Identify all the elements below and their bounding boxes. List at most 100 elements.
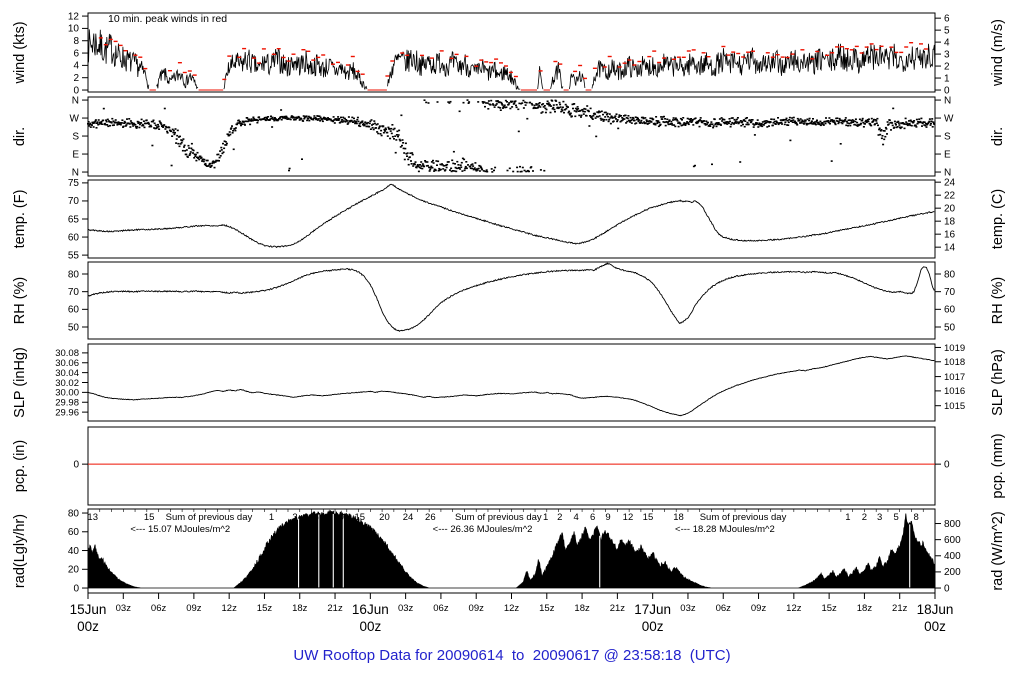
xtick-major-date: 18Jun [917,602,954,617]
ytick-rh-left: 80 [68,269,80,280]
rad-cumulative-number: 9 [605,512,610,523]
ytick-rad-right: 800 [944,519,961,530]
xtick-minor: 21z [327,603,343,614]
ytick-slp-left: 30.08 [55,348,79,359]
rad-cumulative-number: 8 [914,512,919,523]
xtick-minor: 09z [751,603,767,614]
meteogram-chart: 0246810120123456wind (kts) wind (m/s)10 m… [12,11,1006,634]
ytick-rad-right: 200 [944,567,961,578]
axis-label-temp-left: temp. (F) [12,190,28,249]
panel-slp: 29.9629.9830.0030.0230.0430.0630.08 1015 1… [12,343,1006,422]
ytick-rad-right: 400 [944,551,961,562]
ytick-wind-right: 3 [944,49,950,60]
xtick-minor: 06z [151,603,167,614]
ytick-slp-left: 30.06 [55,358,79,369]
rad-cumulative-number: 5 [894,512,899,523]
rad-cumulative-number: 1 [845,512,850,523]
xtick-minor: 06z [433,603,449,614]
ytick-dir-left: S [72,131,79,142]
ytick-slp-left: 29.98 [55,398,79,409]
axis-label-dir-left: dir. [12,127,28,146]
axis-label-rad-left: rad(Lgly/hr) [12,514,28,588]
ytick-temp-left: 55 [68,250,80,261]
ytick-rh-left: 50 [68,322,80,333]
rad-cumulative-number: 1 [269,512,274,523]
ytick-slp-left: 30.04 [55,368,79,379]
ytick-rad-left: 20 [68,565,80,576]
axis-label-slp-left: SLP (inHg) [12,347,28,418]
ytick-rh-right: 60 [944,305,956,316]
panel-rh: 50 60 70 80 50 60 70 80 RH (%) RH (%) [12,261,1006,340]
rad-cumulative-number: 26 [425,512,436,523]
ytick-rh-left: 60 [68,305,80,316]
xtick-major-hour: 00z [77,619,99,634]
ytick-slp-right: 1015 [944,401,965,412]
ytick-rh-left: 70 [68,287,80,298]
axis-label-rad-right: rad (W/m^2) [990,511,1006,590]
ytick-dir-left: W [70,113,80,124]
ytick-pcp-left: 0 [73,459,79,470]
ytick-rad-left: 40 [68,546,80,557]
axis-label-pcp-right: pcp. (mm) [990,433,1006,498]
rad-cumulative-number: 24 [403,512,414,523]
rad-cumulative-number: 6 [590,512,595,523]
ytick-rh-right: 70 [944,287,956,298]
ytick-dir-right: E [944,149,951,160]
xtick-major-date: 17Jun [634,602,671,617]
rad-cumulative-number: 2 [862,512,867,523]
ytick-slp-left: 30.00 [55,388,79,399]
ytick-temp-right: 16 [944,229,956,240]
xtick-minor: 12z [786,603,802,614]
xtick-minor: 09z [186,603,202,614]
axis-label-pcp-left: pcp. (in) [12,440,28,492]
ytick-rh-right: 50 [944,322,956,333]
ytick-temp-left: 70 [68,196,80,207]
rad-cumulative-number: 1 [543,512,548,523]
axis-label-rh-left: RH (%) [12,277,28,325]
ytick-slp-left: 29.96 [55,407,79,418]
ytick-dir-left: N [72,95,79,106]
ytick-temp-left: 60 [68,232,80,243]
xtick-minor: 12z [504,603,520,614]
rad-sum-value: <--- 26.36 MJoules/m^2 [433,524,533,535]
ytick-wind-left: 12 [68,11,80,22]
ytick-temp-right: 24 [944,177,956,188]
ytick-dir-right: N [944,95,951,106]
ytick-slp-right: 1017 [944,372,965,383]
xtick-major-date: 15Jun [70,602,107,617]
figure-title: UW Rooftop Data for 20090614 to 20090617… [293,647,731,664]
rad-cumulative-number: 12 [623,512,634,523]
ytick-dir-right: S [944,131,951,142]
xtick-major-hour: 00z [924,619,946,634]
ytick-slp-right: 1018 [944,357,965,368]
ytick-slp-left: 30.02 [55,378,79,389]
ytick-rad-right: 600 [944,535,961,546]
xtick-minor: 15z [539,603,555,614]
rad-sum-value: <--- 15.07 MJoules/m^2 [130,524,230,535]
panel-dir: NWSENNWSENdir. dir. [12,95,1006,178]
ytick-wind-right: 5 [944,25,950,36]
rad-cumulative-number: 18 [673,512,684,523]
xtick-minor: 15z [821,603,837,614]
ytick-wind-right: 1 [944,73,950,84]
ytick-wind-right: 4 [944,37,950,48]
ytick-rad-right: 0 [944,583,950,594]
xtick-minor: 18z [857,603,873,614]
axis-label-temp-right: temp. (C) [990,189,1006,249]
xtick-minor: 03z [680,603,696,614]
wind-peak-note: 10 min. peak winds in red [108,13,227,25]
xtick-minor: 21z [892,603,908,614]
ytick-rh-right: 80 [944,269,956,280]
meteogram-figure: 0 2 4 6 8 10 12 0 1 2 3 4 5 6 wind (kts) wind (m/s) 10 m… [0,0,1024,700]
xtick-minor: 06z [716,603,732,614]
rad-cumulative-number: 3 [292,512,297,523]
axis-label-rh-right: RH (%) [990,277,1006,325]
ytick-temp-left: 65 [68,214,80,225]
xtick-minor: 12z [222,603,238,614]
ytick-temp-left: 75 [68,178,80,189]
xtick-minor: 18z [292,603,308,614]
panel-pcp: 0 0 pcp. (in) pcp. (mm) [12,426,1006,506]
xtick-major-date: 16Jun [352,602,389,617]
ytick-rad-left: 0 [73,583,79,594]
ytick-rad-left: 60 [68,527,80,538]
